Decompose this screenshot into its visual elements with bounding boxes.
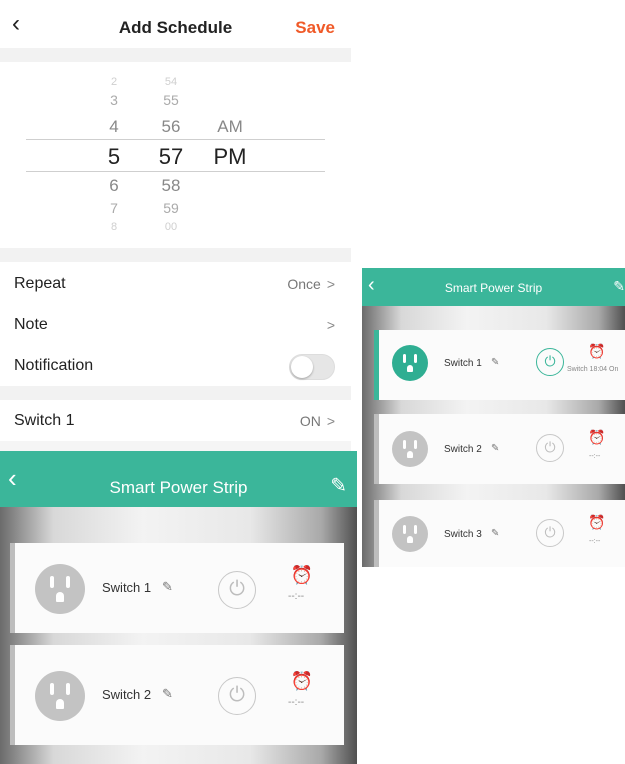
- chevron-right-icon: >: [326, 413, 335, 429]
- switch-name: Switch 2: [444, 444, 482, 455]
- hour-option[interactable]: 3: [84, 92, 144, 108]
- switch-name: Switch 3: [444, 529, 482, 540]
- outlet-icon: [35, 671, 85, 721]
- outlet-icon: [392, 516, 428, 552]
- chevron-right-icon: >: [326, 276, 335, 292]
- hour-option[interactable]: 7: [84, 200, 144, 216]
- alarm-clock-icon[interactable]: ⏰: [588, 514, 606, 531]
- hour-option[interactable]: 6: [84, 176, 144, 196]
- repeat-label: Repeat: [14, 275, 66, 292]
- rename-pencil-icon[interactable]: ✎: [491, 357, 499, 368]
- timer-value: --:--: [288, 591, 305, 602]
- rename-pencil-icon[interactable]: ✎: [162, 579, 173, 595]
- minute-option[interactable]: 54: [141, 76, 201, 88]
- power-button[interactable]: ⏻: [218, 677, 256, 715]
- power-strip-title: Smart Power Strip: [444, 281, 543, 295]
- power-strip-screen-large: ‹ Smart Power Strip ✎ Switch 1 ✎ ⏻ ⏰ --:…: [0, 451, 357, 764]
- note-row[interactable]: Note >: [0, 305, 351, 345]
- timer-value: --:--: [288, 697, 305, 708]
- card-accent: [374, 330, 379, 400]
- minute-option[interactable]: 56: [141, 117, 201, 137]
- switch-name: Switch 2: [102, 687, 152, 702]
- chevron-right-icon: >: [326, 317, 335, 333]
- rename-pencil-icon[interactable]: ✎: [491, 528, 499, 539]
- power-button[interactable]: ⏻: [536, 434, 564, 462]
- divider: [0, 441, 351, 451]
- rename-pencil-icon[interactable]: ✎: [491, 443, 499, 454]
- toggle-knob: [291, 356, 313, 378]
- power-strip-title: Smart Power Strip: [109, 478, 248, 497]
- power-button[interactable]: ⏻: [536, 519, 564, 547]
- time-picker[interactable]: 2 3 4 5 6 7 8 54 55 56 57 58 59 00 AM PM: [0, 62, 351, 248]
- minute-option[interactable]: 58: [141, 176, 201, 196]
- switch-name: Switch 1: [444, 358, 482, 369]
- hour-option[interactable]: 2: [84, 76, 144, 88]
- rename-pencil-icon[interactable]: ✎: [162, 686, 173, 702]
- divider: [0, 48, 351, 62]
- timer-value: --:--: [589, 538, 601, 545]
- edit-pencil-icon[interactable]: ✎: [613, 278, 625, 295]
- save-button[interactable]: Save: [295, 18, 335, 38]
- notification-row: Notification: [0, 346, 351, 386]
- notification-label: Notification: [14, 357, 94, 374]
- alarm-clock-icon[interactable]: ⏰: [588, 343, 606, 360]
- edit-pencil-icon[interactable]: ✎: [330, 473, 347, 498]
- switch-label: Switch 1: [14, 412, 75, 429]
- card-accent: [374, 500, 379, 567]
- power-button[interactable]: ⏻: [536, 348, 564, 376]
- power-strip-header: ‹ Smart Power Strip ✎: [362, 268, 625, 306]
- power-strip-screen-small: ‹ Smart Power Strip ✎ Switch 1 ✎ ⏻ ⏰ Swi…: [362, 268, 625, 567]
- hour-option[interactable]: 8: [84, 221, 144, 233]
- alarm-clock-icon[interactable]: ⏰: [588, 429, 606, 446]
- minute-option[interactable]: 55: [141, 92, 201, 108]
- switch-card[interactable]: Switch 2 ✎ ⏻ ⏰ --:--: [10, 645, 344, 745]
- notification-toggle[interactable]: [289, 354, 335, 380]
- repeat-row[interactable]: Repeat Once >: [0, 264, 351, 304]
- card-accent: [374, 414, 379, 484]
- ampm-option[interactable]: AM: [200, 117, 260, 137]
- selection-line-bottom: [26, 171, 325, 172]
- card-accent: [10, 645, 15, 745]
- card-accent: [10, 543, 15, 633]
- switch-card[interactable]: Switch 3 ✎ ⏻ ⏰ --:--: [374, 500, 625, 567]
- switch-card[interactable]: Switch 1 ✎ ⏻ ⏰ --:--: [10, 543, 344, 633]
- outlet-icon: [392, 345, 428, 381]
- switch-card[interactable]: Switch 2 ✎ ⏻ ⏰ --:--: [374, 414, 625, 484]
- repeat-value: Once: [287, 276, 321, 292]
- alarm-clock-icon[interactable]: ⏰: [290, 671, 314, 692]
- divider: [0, 386, 351, 400]
- selection-line-top: [26, 139, 325, 140]
- minute-option[interactable]: 59: [141, 200, 201, 216]
- power-button[interactable]: ⏻: [218, 571, 256, 609]
- switch-name: Switch 1: [102, 580, 152, 595]
- divider: [0, 248, 351, 262]
- note-label: Note: [14, 316, 48, 333]
- switch-card[interactable]: Switch 1 ✎ ⏻ ⏰ Switch 18:04 On: [374, 330, 625, 400]
- power-strip-header: ‹ Smart Power Strip ✎: [0, 451, 357, 507]
- minute-option[interactable]: 00: [141, 221, 201, 233]
- outlet-icon: [35, 564, 85, 614]
- outlet-icon: [392, 431, 428, 467]
- switch-value: ON: [299, 413, 321, 429]
- ampm-selected[interactable]: PM: [200, 144, 260, 170]
- minute-selected[interactable]: 57: [141, 144, 201, 170]
- hour-option[interactable]: 4: [84, 117, 144, 137]
- timer-value: --:--: [589, 453, 601, 460]
- hour-selected[interactable]: 5: [84, 144, 144, 170]
- schedule-header: ‹ Add Schedule Save: [0, 0, 351, 48]
- switch-row[interactable]: Switch 1 ON >: [0, 401, 351, 441]
- alarm-clock-icon[interactable]: ⏰: [290, 565, 314, 586]
- timer-value: Switch 18:04 On: [567, 366, 619, 373]
